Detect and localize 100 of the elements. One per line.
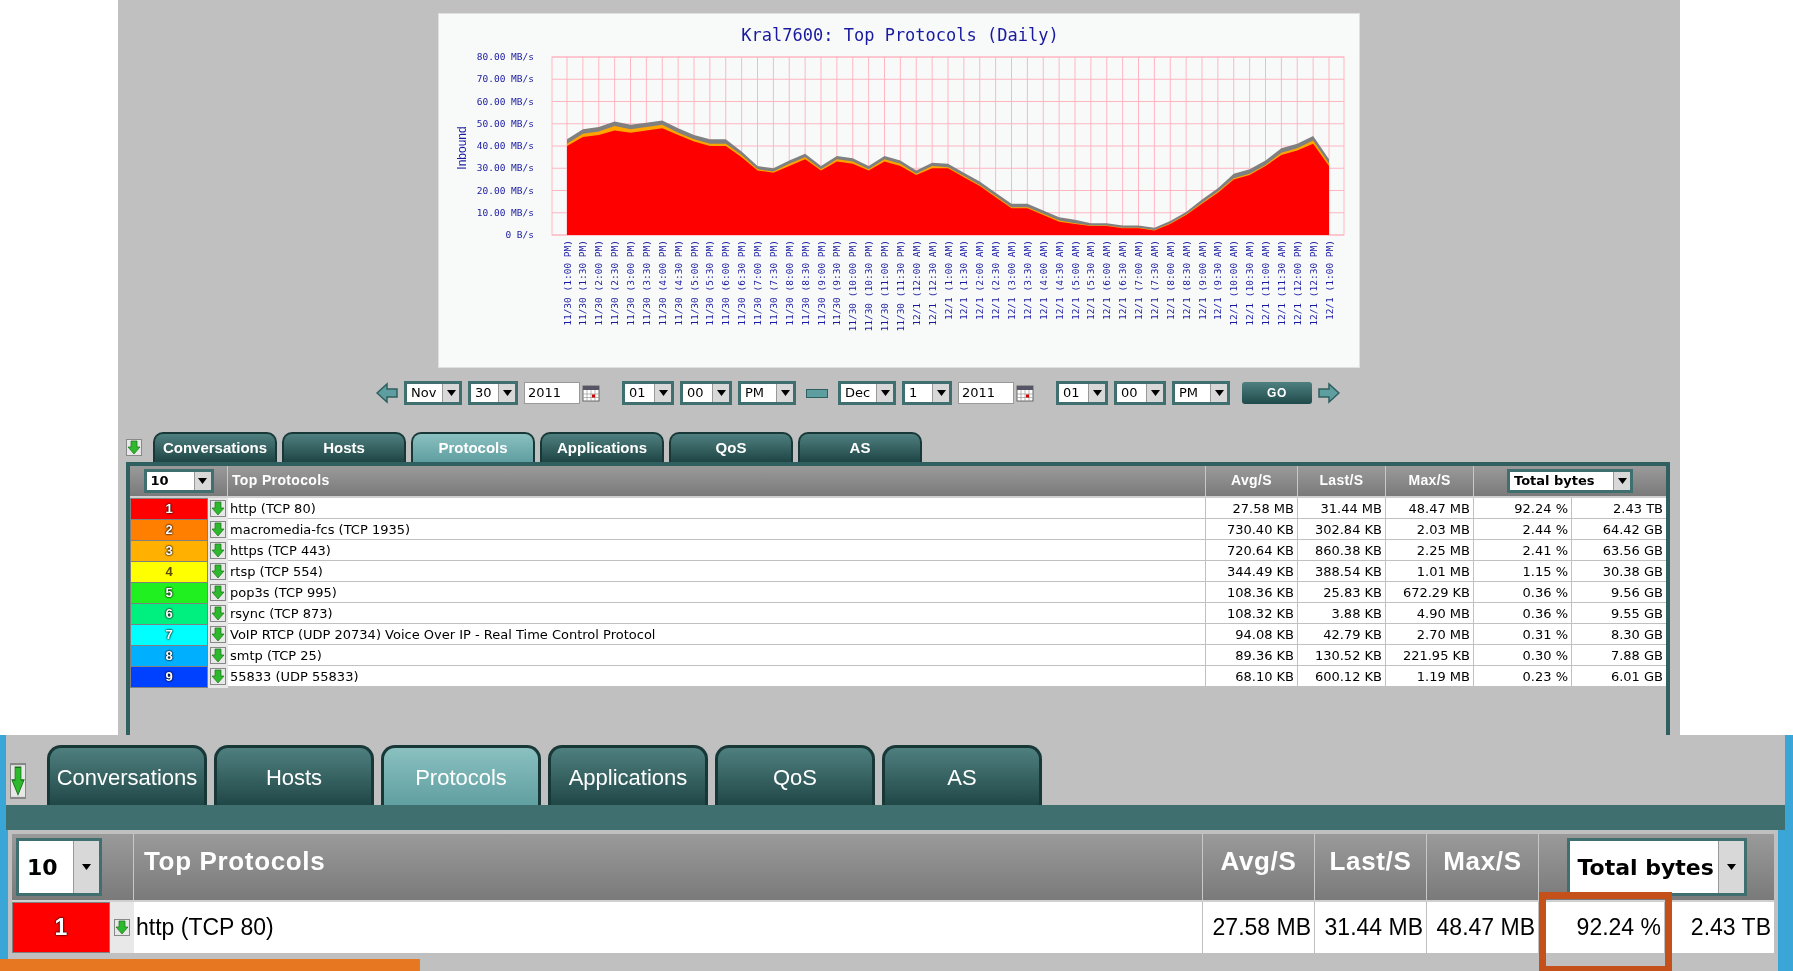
rank-cell: 6	[130, 603, 208, 625]
rank-cell: 5	[130, 582, 208, 604]
x-tick-label: 12/1 (7:30 AM)	[1148, 240, 1160, 321]
download-icon[interactable]	[210, 542, 226, 560]
caret-icon	[1617, 478, 1627, 484]
left-arrow-icon[interactable]	[376, 382, 398, 404]
dropdown[interactable]: Dec	[838, 381, 896, 405]
y-tick-label: 40.00 MB/s	[476, 140, 534, 151]
y-tick-label: 70.00 MB/s	[476, 73, 534, 85]
download-icon[interactable]	[210, 605, 226, 623]
table-cell: 68.10 KB	[1205, 666, 1297, 688]
dropdown[interactable]: PM	[738, 381, 796, 405]
tab[interactable]: Applications	[540, 432, 664, 462]
rank-cell: 2	[130, 519, 208, 541]
caret-icon	[658, 390, 668, 396]
download-icon[interactable]	[126, 439, 142, 456]
right-arrow-icon[interactable]	[1318, 382, 1340, 404]
column-header: Max/S	[1426, 834, 1538, 900]
dropdown[interactable]: PM	[1172, 381, 1230, 405]
table-cell: 6.01 GB	[1571, 666, 1666, 688]
caret-icon	[936, 390, 946, 396]
column-header: Max/S	[1385, 466, 1473, 496]
x-tick-label: 12/1 (3:30 AM)	[1021, 240, 1033, 321]
go-button[interactable]: GO	[1242, 382, 1312, 404]
x-tick-label: 12/1 (9:00 AM)	[1196, 240, 1208, 321]
x-tick-label: 12/1 (11:00 AM)	[1260, 240, 1271, 326]
tab[interactable]: Hosts	[214, 745, 374, 807]
dropdown[interactable]: 1	[902, 381, 952, 405]
x-tick-label: 12/1 (6:00 AM)	[1101, 240, 1113, 321]
download-icon[interactable]	[210, 563, 226, 581]
x-tick-label: 12/1 (1:30 AM)	[958, 240, 970, 321]
x-tick-label: 12/1 (10:00 AM)	[1228, 240, 1240, 326]
download-icon[interactable]	[210, 647, 226, 665]
rank-cell: 4	[130, 561, 208, 583]
dropdown[interactable]: Nov	[404, 381, 462, 405]
x-tick-label: 11/30 (7:30 PM)	[767, 240, 779, 326]
table-cell: 92.24 %	[1538, 902, 1664, 953]
x-tick-label: 11/30 (1:30 PM)	[577, 240, 589, 326]
table-cell-text: macromedia-fcs (TCP 1935)	[229, 521, 412, 539]
table-cell-text: pop3s (TCP 995)	[229, 584, 338, 602]
download-icon[interactable]	[210, 626, 226, 644]
year-field[interactable]: 2011	[958, 382, 1014, 404]
download-icon[interactable]	[210, 500, 226, 518]
y-tick-label: 20.00 MB/s	[476, 184, 534, 196]
y-tick-label: 80.00 MB/s	[476, 51, 534, 62]
x-tick-label: 11/30 (5:30 PM)	[704, 240, 716, 326]
tab[interactable]: AS	[798, 432, 922, 462]
x-tick-label: 11/30 (3:30 PM)	[640, 240, 652, 326]
caret-icon	[1726, 864, 1736, 870]
tab[interactable]: Applications	[548, 745, 708, 807]
tab[interactable]: AS	[882, 745, 1042, 807]
caret-icon	[780, 390, 790, 396]
caret-icon	[1150, 390, 1160, 396]
range-dash	[806, 388, 828, 398]
x-tick-label: 11/30 (9:30 PM)	[831, 240, 843, 326]
caret-icon	[1092, 390, 1102, 396]
table-cell-text: smtp (TCP 25)	[229, 647, 323, 665]
tab[interactable]: Conversations	[153, 432, 277, 462]
x-tick-label: 12/1 (12:30 AM)	[926, 240, 938, 326]
x-tick-label: 11/30 (2:30 PM)	[609, 240, 621, 326]
dropdown[interactable]: 10	[16, 838, 102, 896]
download-icon[interactable]	[114, 919, 130, 936]
calendar-icon[interactable]	[582, 384, 600, 402]
download-icon[interactable]	[210, 584, 226, 602]
x-tick-label: 11/30 (3:00 PM)	[625, 240, 636, 326]
rank-cell: 9	[130, 666, 208, 688]
dropdown[interactable]: 01	[1056, 381, 1108, 405]
table-cell-text: rtsp (TCP 554)	[229, 563, 324, 581]
table-cell-text: 55833 (UDP 55833)	[229, 668, 360, 686]
download-icon[interactable]	[210, 668, 226, 686]
download-icon[interactable]	[10, 763, 26, 799]
dropdown[interactable]: 00	[1114, 381, 1166, 405]
tab[interactable]: Conversations	[47, 745, 207, 807]
dropdown[interactable]: 01	[622, 381, 674, 405]
column-header: Last/S	[1297, 466, 1385, 496]
dropdown[interactable]: Total bytes	[1566, 838, 1747, 896]
x-tick-label: 12/1 (5:00 AM)	[1069, 240, 1081, 321]
tab[interactable]: Hosts	[282, 432, 406, 462]
table-cell-text: https (TCP 443)	[229, 542, 332, 560]
year-field[interactable]: 2011	[524, 382, 580, 404]
x-tick-label: 12/1 (9:30 AM)	[1212, 240, 1224, 321]
dropdown[interactable]: Total bytes	[1507, 469, 1633, 493]
download-icon[interactable]	[210, 521, 226, 539]
x-tick-label: 12/1 (7:00 AM)	[1133, 240, 1144, 321]
tab[interactable]: QoS	[715, 745, 875, 807]
x-tick-label: 11/30 (2:00 PM)	[593, 240, 605, 326]
rank-cell: 1	[12, 902, 110, 953]
dropdown[interactable]: 10	[143, 469, 214, 493]
chart-title: Kral7600: Top Protocols (Daily)	[741, 25, 1059, 45]
tab[interactable]: QoS	[669, 432, 793, 462]
y-tick-label: 10.00 MB/s	[476, 206, 534, 218]
x-tick-label: 11/30 (6:30 PM)	[736, 240, 748, 326]
table-title: Top Protocols	[231, 471, 331, 490]
x-tick-label: 12/1 (12:00 PM)	[1291, 240, 1303, 326]
calendar-icon[interactable]	[1016, 384, 1034, 402]
dropdown[interactable]: 30	[468, 381, 518, 405]
rank-cell: 8	[130, 645, 208, 667]
x-tick-label: 11/30 (1:00 PM)	[561, 240, 573, 326]
dropdown[interactable]: 00	[680, 381, 732, 405]
x-tick-label: 11/30 (4:00 PM)	[656, 240, 668, 326]
